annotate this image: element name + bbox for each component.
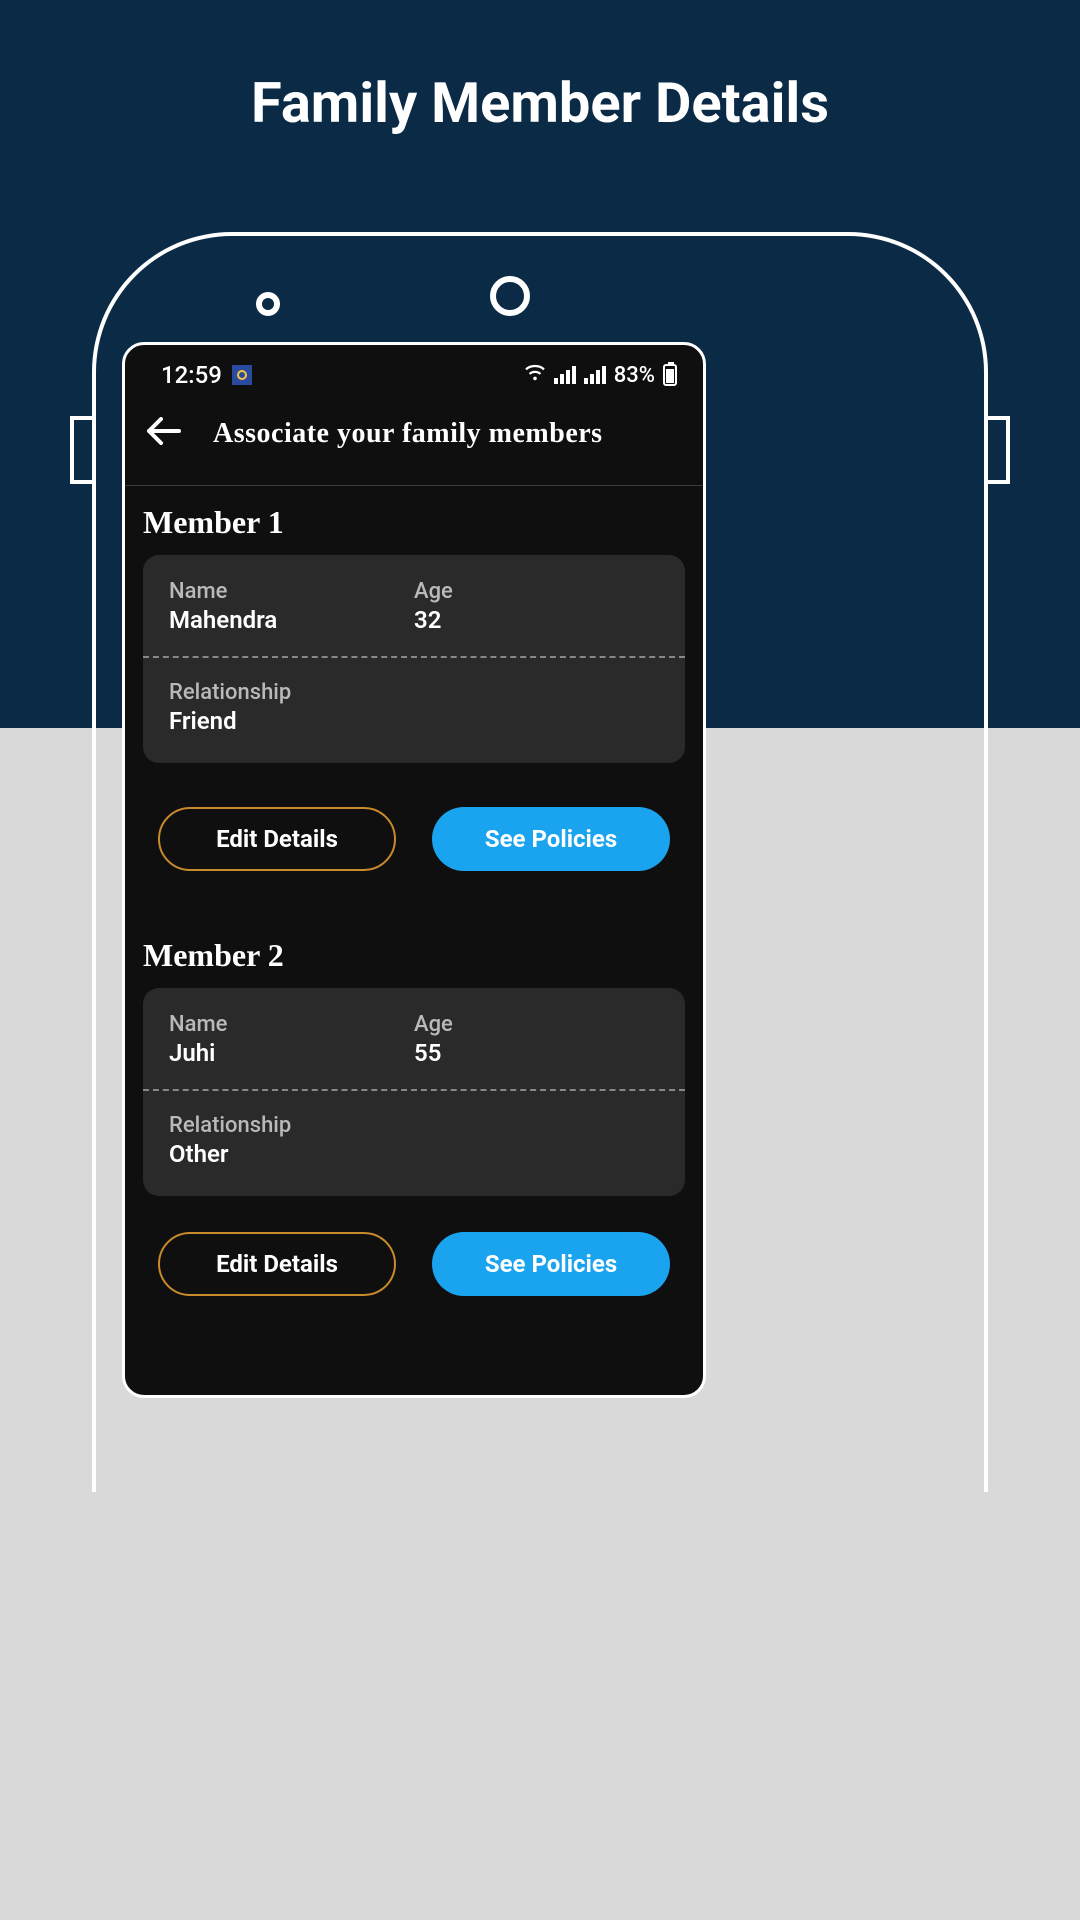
age-value: 32 — [414, 606, 659, 634]
content-area: Member 1 Name Mahendra Age 32 Relationsh… — [125, 486, 703, 1296]
phone-camera-icon — [256, 292, 280, 316]
name-value: Juhi — [169, 1039, 414, 1067]
name-label: Name — [169, 579, 414, 604]
button-row: Edit Details See Policies — [143, 807, 685, 871]
name-value: Mahendra — [169, 606, 414, 634]
phone-speaker-icon — [490, 276, 530, 316]
member-card: Name Juhi Age 55 Relationship Other — [143, 988, 685, 1196]
button-row: Edit Details See Policies — [143, 1232, 685, 1296]
status-bar: 12:59 83% — [125, 345, 703, 393]
member-heading: Member 1 — [143, 498, 685, 555]
card-divider — [143, 656, 685, 658]
relationship-value: Other — [169, 1140, 659, 1168]
back-arrow-icon[interactable] — [147, 417, 181, 451]
signal-bars-icon — [554, 366, 576, 384]
signal-bars-icon-2 — [584, 366, 606, 384]
see-policies-button[interactable]: See Policies — [432, 1232, 670, 1296]
status-time: 12:59 — [161, 361, 222, 389]
name-label: Name — [169, 1012, 414, 1037]
edit-details-button[interactable]: Edit Details — [158, 807, 396, 871]
relationship-value: Friend — [169, 707, 659, 735]
age-label: Age — [414, 1012, 659, 1037]
card-divider — [143, 1089, 685, 1091]
status-bar-left: 12:59 — [161, 361, 252, 389]
battery-icon — [663, 364, 677, 386]
age-value: 55 — [414, 1039, 659, 1067]
see-policies-button[interactable]: See Policies — [432, 807, 670, 871]
app-indicator-icon — [232, 365, 252, 385]
app-title: Associate your family members — [213, 418, 603, 450]
relationship-label: Relationship — [169, 680, 659, 705]
battery-percent: 83% — [614, 363, 655, 388]
status-bar-right: 83% — [524, 363, 677, 388]
age-label: Age — [414, 579, 659, 604]
wifi-icon — [524, 363, 546, 388]
relationship-label: Relationship — [169, 1113, 659, 1138]
member-heading: Member 2 — [143, 931, 685, 988]
page-title: Family Member Details — [0, 70, 1080, 136]
app-screen: 12:59 83% Associate your f — [122, 342, 706, 1398]
app-bar: Associate your family members — [125, 393, 703, 486]
edit-details-button[interactable]: Edit Details — [158, 1232, 396, 1296]
member-card: Name Mahendra Age 32 Relationship Friend — [143, 555, 685, 763]
